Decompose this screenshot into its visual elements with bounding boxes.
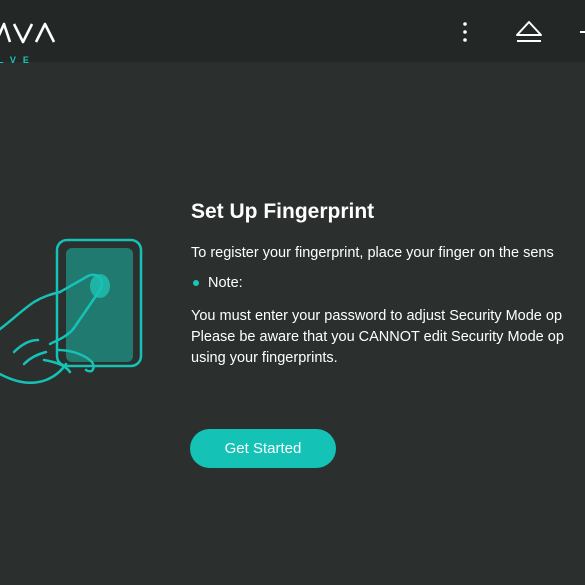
note-label: Note: — [208, 275, 243, 291]
top-bar: LVE — [0, 0, 585, 65]
fingerprint-sensor-illustration — [0, 238, 143, 384]
logo-subtext: LVE — [0, 55, 36, 65]
minimize-icon — [580, 31, 585, 33]
setup-content: Set Up Fingerprint To register your fing… — [191, 200, 585, 369]
note-line: using your fingerprints. — [191, 350, 338, 366]
note-heading: Note: — [191, 275, 585, 291]
app-window: LVE Set Up Fingerprint To register your … — [0, 0, 585, 585]
brand-logo: LVE — [0, 12, 64, 65]
minimize-button[interactable] — [570, 18, 585, 46]
note-text: You must enter your password to adjust S… — [191, 306, 585, 369]
eject-icon — [516, 21, 542, 42]
note-line: Please be aware that you CANNOT edit Sec… — [191, 329, 564, 345]
get-started-button[interactable]: Get Started — [190, 429, 336, 468]
bullet-dot-icon — [193, 280, 199, 286]
note-line: You must enter your password to adjust S… — [191, 308, 563, 324]
more-options-button[interactable] — [452, 18, 478, 46]
logo-wordmark-icon — [0, 22, 56, 44]
instruction-text: To register your fingerprint, place your… — [191, 245, 554, 261]
more-vertical-icon — [463, 22, 467, 42]
page-title: Set Up Fingerprint — [191, 200, 375, 223]
eject-button[interactable] — [512, 18, 546, 46]
